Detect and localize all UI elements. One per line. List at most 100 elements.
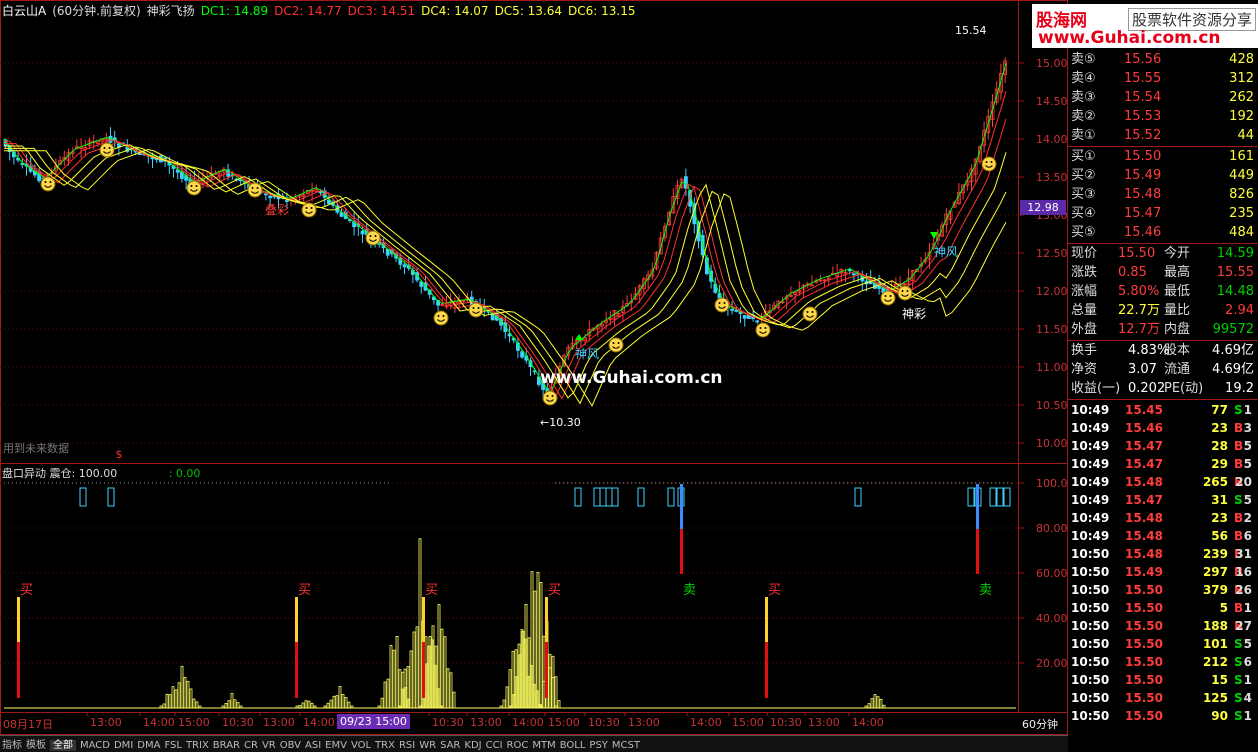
sell-signal-label: 卖: [979, 583, 992, 598]
tab-15[interactable]: TRX: [375, 740, 395, 751]
tab-18[interactable]: SAR: [440, 740, 460, 751]
tab-7[interactable]: TRIX: [186, 740, 209, 751]
tick-row: 10:50 15.50 188 B 27: [1068, 617, 1256, 635]
tab-6[interactable]: FSL: [164, 740, 182, 751]
fundamental-row: 净资 3.07 流通 4.69亿: [1068, 361, 1256, 379]
time-axis-label: 10:30: [770, 716, 802, 729]
smiley-eye: [723, 302, 726, 304]
indicator-bar: [386, 678, 390, 709]
tick-time: 10:49: [1071, 403, 1110, 417]
quote-value: 15.50: [1118, 246, 1156, 261]
tick-side: B: [1234, 511, 1244, 525]
indicator-bar: [536, 572, 540, 709]
tab-5[interactable]: DMA: [137, 740, 160, 751]
smiley-signal-icon: [186, 180, 202, 196]
buy-level-row: 买⑤ 15.46 484: [1068, 224, 1256, 242]
indicator-bar: [449, 672, 453, 709]
tab-0[interactable]: 指标: [2, 740, 22, 751]
kline-chart-svg[interactable]: 15.0014.5014.0013.5013.0012.5012.0011.50…: [0, 0, 1068, 735]
sell-signal-bar-bottom: [680, 529, 683, 574]
smiley-signal-icon: [981, 156, 997, 172]
tab-14[interactable]: VOL: [351, 740, 371, 751]
buy-signal-bar-bottom: [765, 642, 768, 698]
tick-side: B: [1234, 529, 1244, 543]
candle-down: [284, 200, 289, 203]
signal-box: [605, 487, 613, 507]
kline-chart-area[interactable]: 15.00 14.50 14.00 13.50 13.00 12.50 12.00 11.50…: [0, 0, 1068, 735]
tick-time: 10:49: [1071, 475, 1110, 489]
sell-signal-bar-bottom: [976, 529, 979, 574]
tick-volume: 379: [1202, 583, 1228, 597]
tab-11[interactable]: OBV: [280, 740, 301, 751]
smiley-signal-icon: [714, 297, 730, 313]
candle-down: [734, 310, 739, 312]
tab-3[interactable]: MACD: [80, 740, 110, 751]
fundamental-value: 4.69亿: [1212, 343, 1254, 358]
dc5-value: DC5: 13.64: [494, 4, 563, 18]
smiley-eye: [477, 307, 480, 309]
smiley-face: [365, 230, 381, 246]
tab-17[interactable]: WR: [419, 740, 436, 751]
signal-box: [637, 487, 645, 507]
indicator-bar: [335, 695, 339, 709]
smiley-face: [755, 322, 771, 338]
tab-4[interactable]: DMI: [114, 740, 133, 751]
indicator-name: 神彩飞扬: [146, 4, 195, 18]
tick-time: 10:50: [1071, 691, 1110, 705]
indicator-bar: [870, 698, 874, 709]
indicator-bar: [326, 702, 330, 709]
smiley-face: [608, 337, 624, 353]
smiley-face: [433, 310, 449, 326]
indicator-bar: [236, 702, 240, 709]
tab-8[interactable]: BRAR: [213, 740, 240, 751]
sell-level-volume: 44: [1237, 128, 1254, 143]
tab-20[interactable]: CCI: [486, 740, 503, 751]
buy-level-row: 买③ 15.48 826: [1068, 186, 1256, 204]
tick-count: 2: [1243, 511, 1252, 525]
tab-13[interactable]: EMV: [325, 740, 347, 751]
indicator-bar: [174, 689, 178, 709]
tab-9[interactable]: CR: [244, 740, 258, 751]
tick-price: 15.50: [1125, 601, 1163, 615]
tab-12[interactable]: ASI: [305, 740, 321, 751]
price-axis-label: 10.50: [1036, 399, 1068, 412]
sell-level-row: 卖③ 15.54 262: [1068, 89, 1256, 107]
tick-time: 10:50: [1071, 709, 1110, 723]
tick-price: 15.50: [1125, 655, 1163, 669]
tick-side: S: [1234, 691, 1243, 705]
tick-count: 1: [1243, 709, 1252, 723]
indicator-bar: [446, 668, 450, 709]
smiley-eye: [551, 395, 554, 397]
tick-time: 10:50: [1071, 547, 1110, 561]
watermark-text: www.Guhai.com.cn: [540, 368, 723, 388]
tab-10[interactable]: VR: [262, 740, 276, 751]
smiley-signal-icon: [880, 290, 896, 306]
tab-24[interactable]: PSY: [589, 740, 608, 751]
tab-23[interactable]: BOLL: [560, 740, 586, 751]
sell-level-label: 卖⑤: [1071, 52, 1096, 67]
tick-price: 15.50: [1125, 709, 1163, 723]
tick-volume: 56: [1211, 529, 1228, 543]
tab-25[interactable]: MCST: [612, 740, 640, 751]
indicator-bar: [180, 665, 184, 709]
smiley-eye: [906, 290, 909, 292]
buy-level-volume: 826: [1229, 187, 1254, 202]
buy-level-label: 买⑤: [1071, 225, 1096, 240]
indicator-bar: [873, 694, 877, 709]
indicator-bars: [159, 538, 886, 709]
tab-22[interactable]: MTM: [532, 740, 555, 751]
tab-1[interactable]: 模板: [26, 740, 46, 751]
tick-count: 4: [1243, 691, 1252, 705]
tab-19[interactable]: KDJ: [464, 740, 481, 751]
tick-row: 10:49 15.47 29 B 5: [1068, 455, 1256, 473]
tab-21[interactable]: ROC: [507, 740, 529, 751]
price-axis-label: 14.50: [1036, 95, 1068, 108]
tab-2[interactable]: 全部: [50, 740, 76, 751]
smiley-signal-icon: [542, 390, 558, 406]
indicator-bar: [230, 693, 234, 709]
tick-row: 10:50 15.48 239 B 31: [1068, 545, 1256, 563]
timeframe-label[interactable]: 60分钟: [1022, 716, 1058, 732]
ticks-divider: [1068, 399, 1258, 400]
tab-16[interactable]: RSI: [399, 740, 415, 751]
quote-value: 99572: [1212, 322, 1254, 337]
